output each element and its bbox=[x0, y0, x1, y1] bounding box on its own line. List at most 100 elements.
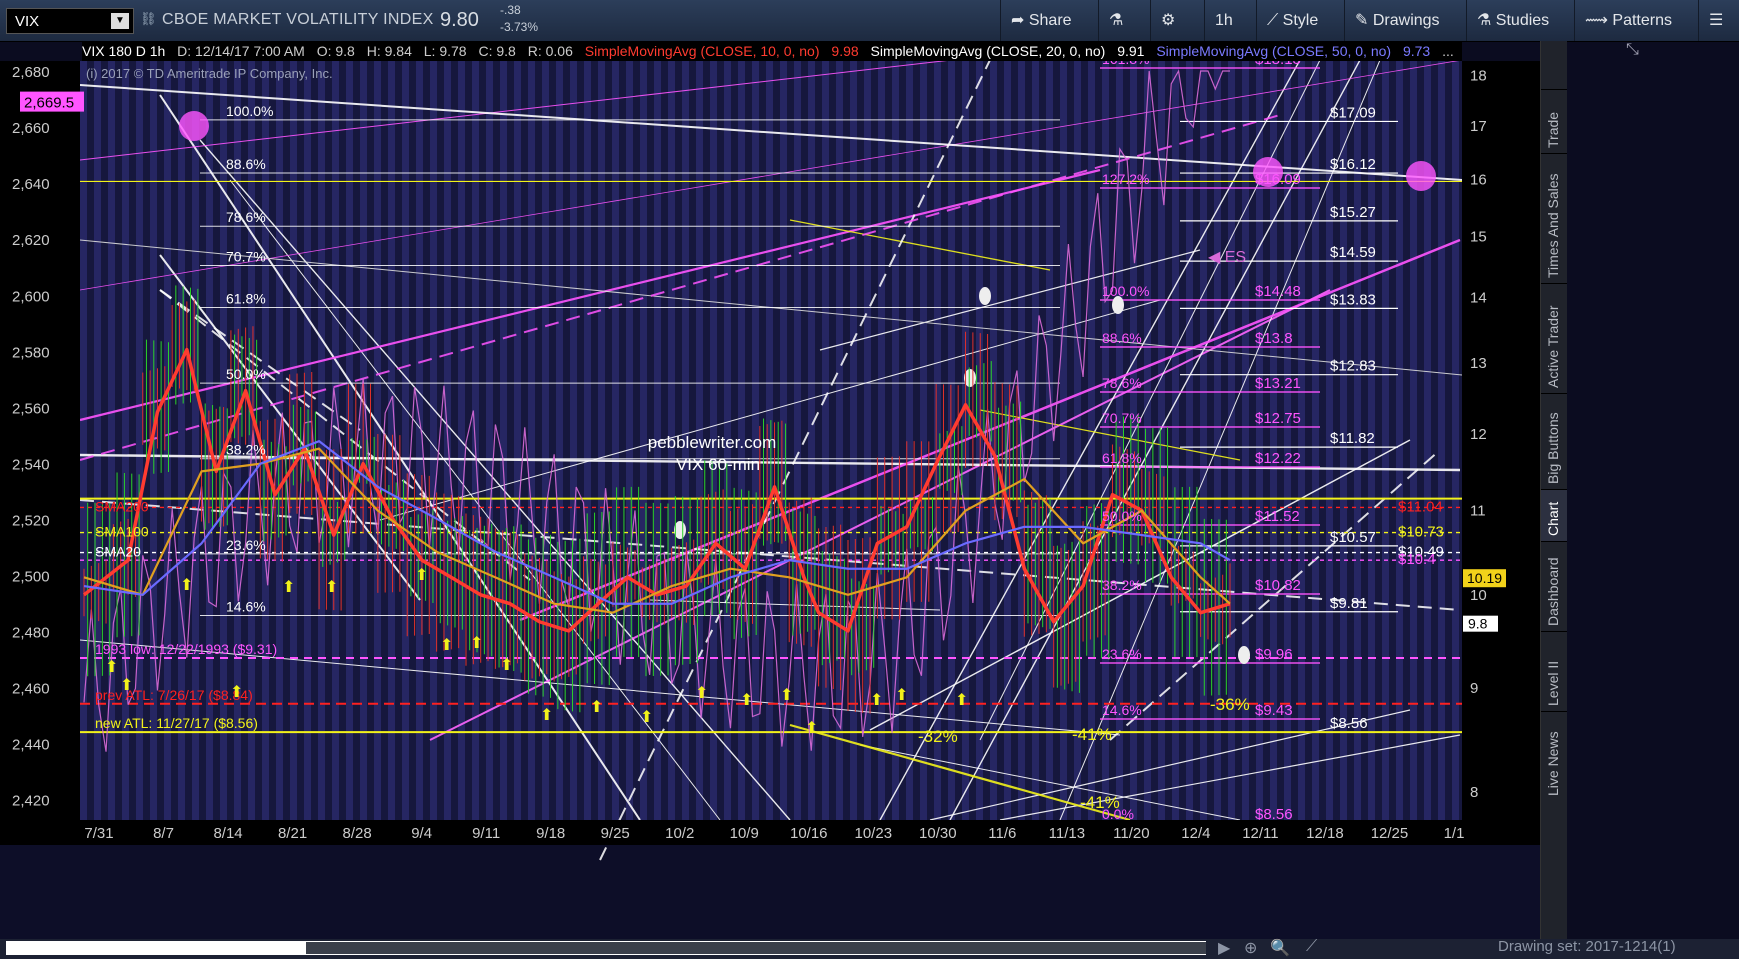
yellow-arrow-marker: ⬆ bbox=[470, 635, 483, 652]
x-axis-tick: 8/28 bbox=[342, 825, 371, 842]
studies-button[interactable]: ⚗ Studies bbox=[1466, 0, 1581, 41]
sma50-value: 9.73 bbox=[1402, 43, 1431, 59]
fib-label: 61.8% bbox=[226, 290, 266, 306]
sma10-value: 9.98 bbox=[831, 43, 859, 59]
session-stripe bbox=[1060, 61, 1067, 820]
more-indicators[interactable]: ... bbox=[1442, 43, 1454, 59]
left-axis-tick: 2,680 bbox=[12, 64, 50, 81]
percent-annotation: -36% bbox=[1210, 695, 1250, 714]
fib-value-pink: $11.52 bbox=[1255, 508, 1300, 525]
left-axis-tick: 2,660 bbox=[12, 120, 50, 137]
side-tab-times-and-sales[interactable]: Times And Sales bbox=[1541, 153, 1567, 284]
right-axis-current-value2: 9.8 bbox=[1468, 616, 1488, 632]
yellow-arrow-marker: ⬆ bbox=[895, 687, 908, 704]
side-tab-strip: Trade Times And Sales Active Trader Big But… bbox=[1541, 41, 1567, 939]
session-stripe bbox=[234, 61, 241, 820]
chevron-down-icon[interactable]: ▼ bbox=[111, 13, 129, 29]
timeframe-button[interactable]: 1h bbox=[1204, 0, 1261, 41]
left-axis-tick: 2,640 bbox=[12, 176, 50, 193]
session-stripe bbox=[430, 61, 437, 820]
fib-value-pink: $18.13 bbox=[1255, 61, 1301, 68]
patterns-button[interactable]: ⟿ Patterns bbox=[1574, 0, 1703, 41]
bar-close: C: 9.8 bbox=[478, 43, 516, 59]
drawings-button[interactable]: ✎ Drawings bbox=[1344, 0, 1473, 41]
sma-level-label: SMA20 bbox=[95, 544, 141, 560]
menu-button[interactable]: ☰ bbox=[1698, 0, 1739, 41]
crosshair-icon[interactable]: ⊕ bbox=[1244, 938, 1257, 958]
drawing-set-label[interactable]: Drawing set: 2017-1214(1) bbox=[1498, 938, 1676, 955]
chart-title: VIX 180 D 1h bbox=[82, 43, 166, 59]
side-tab-live-news[interactable]: Live News bbox=[1541, 711, 1567, 802]
x-axis-tick: 12/18 bbox=[1306, 825, 1344, 842]
flask-button[interactable]: ⚗ bbox=[1098, 0, 1145, 41]
session-stripe bbox=[332, 61, 339, 820]
sma50-label[interactable]: SimpleMovingAvg (CLOSE, 50, 0, no) bbox=[1156, 43, 1391, 59]
share-button[interactable]: ➦ Share bbox=[1000, 0, 1107, 41]
left-axis-tick: 2,580 bbox=[12, 344, 50, 361]
pencil-icon[interactable]: ⟋ bbox=[1306, 938, 1317, 956]
fib-value-white: $12.83 bbox=[1330, 358, 1376, 375]
side-tab-chart[interactable]: Chart bbox=[1541, 489, 1567, 542]
percent-annotation: -41% bbox=[1072, 725, 1112, 744]
side-tab-active-trader[interactable]: Active Trader bbox=[1541, 283, 1567, 394]
right-axis-tick: 16 bbox=[1470, 172, 1487, 189]
scrollbar-thumb[interactable] bbox=[306, 942, 1206, 954]
atl-label: new ATL: 11/27/17 ($8.56) bbox=[95, 715, 258, 731]
side-tab-dashboard[interactable]: Dashboard bbox=[1541, 541, 1567, 632]
patterns-icon: ⟿ bbox=[1585, 12, 1613, 29]
x-axis-tick: 8/21 bbox=[278, 825, 307, 842]
side-tab-label: Big Buttons bbox=[1545, 412, 1561, 484]
right-axis-tick: 12 bbox=[1470, 426, 1487, 443]
price-chart[interactable]: 100.0% 88.6% 78.6% 70.7% 61.8% 50.0% 38.2% 23.6… bbox=[0, 61, 1540, 939]
x-axis-tick: 7/31 bbox=[84, 825, 113, 842]
fib-value-pink: $13.21 bbox=[1255, 375, 1301, 392]
yellow-arrow-marker: ⬆ bbox=[870, 692, 883, 709]
fib-pct-pink: 38.2% bbox=[1102, 577, 1142, 593]
right-axis-tick: 15 bbox=[1470, 229, 1487, 246]
sma-level-value: $10.73 bbox=[1398, 524, 1444, 541]
side-tab-label: Level II bbox=[1545, 660, 1561, 706]
x-axis-tick: 9/11 bbox=[472, 825, 500, 842]
sma10-label[interactable]: SimpleMovingAvg (CLOSE, 10, 0, no) bbox=[585, 43, 820, 59]
flask-icon: ⚗ bbox=[1477, 12, 1496, 29]
symbol-input[interactable]: VIX ▼ bbox=[6, 8, 134, 34]
side-tab-label: Trade bbox=[1545, 111, 1561, 148]
link-icon[interactable]: ⛓ bbox=[140, 11, 157, 27]
zoom-icon[interactable]: 🔍 bbox=[1270, 938, 1290, 958]
side-tab-level-ii[interactable]: Level II bbox=[1541, 631, 1567, 712]
session-stripe bbox=[626, 61, 633, 820]
yellow-arrow-marker: ⬆ bbox=[805, 720, 818, 737]
x-axis-tick: 10/30 bbox=[919, 825, 957, 842]
fib-pct-pink: 100.0% bbox=[1102, 283, 1149, 299]
patterns-label: Patterns bbox=[1612, 12, 1672, 29]
fib-pct-pink: 50.0% bbox=[1102, 508, 1142, 524]
settings-button[interactable]: ⚙ bbox=[1150, 0, 1197, 41]
sma20-label[interactable]: SimpleMovingAvg (CLOSE, 20, 0, no) bbox=[871, 43, 1106, 59]
side-tab-label: Times And Sales bbox=[1545, 173, 1561, 278]
copyright-text: (i) 2017 © TD Ameritrade IP Company, Inc… bbox=[86, 66, 333, 81]
x-axis-tick: 10/23 bbox=[855, 825, 893, 842]
horizontal-scrollbar[interactable] bbox=[6, 941, 1206, 955]
x-axis-tick: 9/25 bbox=[601, 825, 630, 842]
right-axis-tick: 10 bbox=[1470, 587, 1487, 604]
yellow-arrow-marker: ⬆ bbox=[590, 699, 603, 716]
sma-level-label: SMA100 bbox=[95, 524, 149, 540]
right-axis-tick: 14 bbox=[1470, 290, 1487, 307]
session-stripe bbox=[402, 61, 409, 820]
left-axis-tick: 2,480 bbox=[12, 624, 50, 641]
session-stripe bbox=[94, 61, 101, 820]
arrow-right-icon[interactable]: ▶ bbox=[1218, 938, 1230, 958]
session-stripe bbox=[1172, 61, 1179, 820]
style-button[interactable]: ⟋ Style bbox=[1256, 0, 1351, 41]
collapse-icon[interactable]: ⤡ bbox=[1626, 41, 1639, 59]
x-axis-tick: 9/4 bbox=[411, 825, 432, 842]
session-stripe bbox=[192, 61, 199, 820]
side-tab-big-buttons[interactable]: Big Buttons bbox=[1541, 393, 1567, 490]
right-axis-tick: 9 bbox=[1470, 680, 1478, 697]
top-toolbar: VIX ▼ ⛓ CBOE MARKET VOLATILITY INDEX 9.8… bbox=[0, 0, 1739, 42]
yellow-arrow-marker: ⬆ bbox=[230, 684, 243, 701]
session-stripe bbox=[612, 61, 619, 820]
fib-value-pink: $12.22 bbox=[1255, 450, 1301, 467]
side-tab-trade[interactable]: Trade bbox=[1541, 89, 1567, 154]
pink-circle-marker bbox=[179, 111, 209, 141]
